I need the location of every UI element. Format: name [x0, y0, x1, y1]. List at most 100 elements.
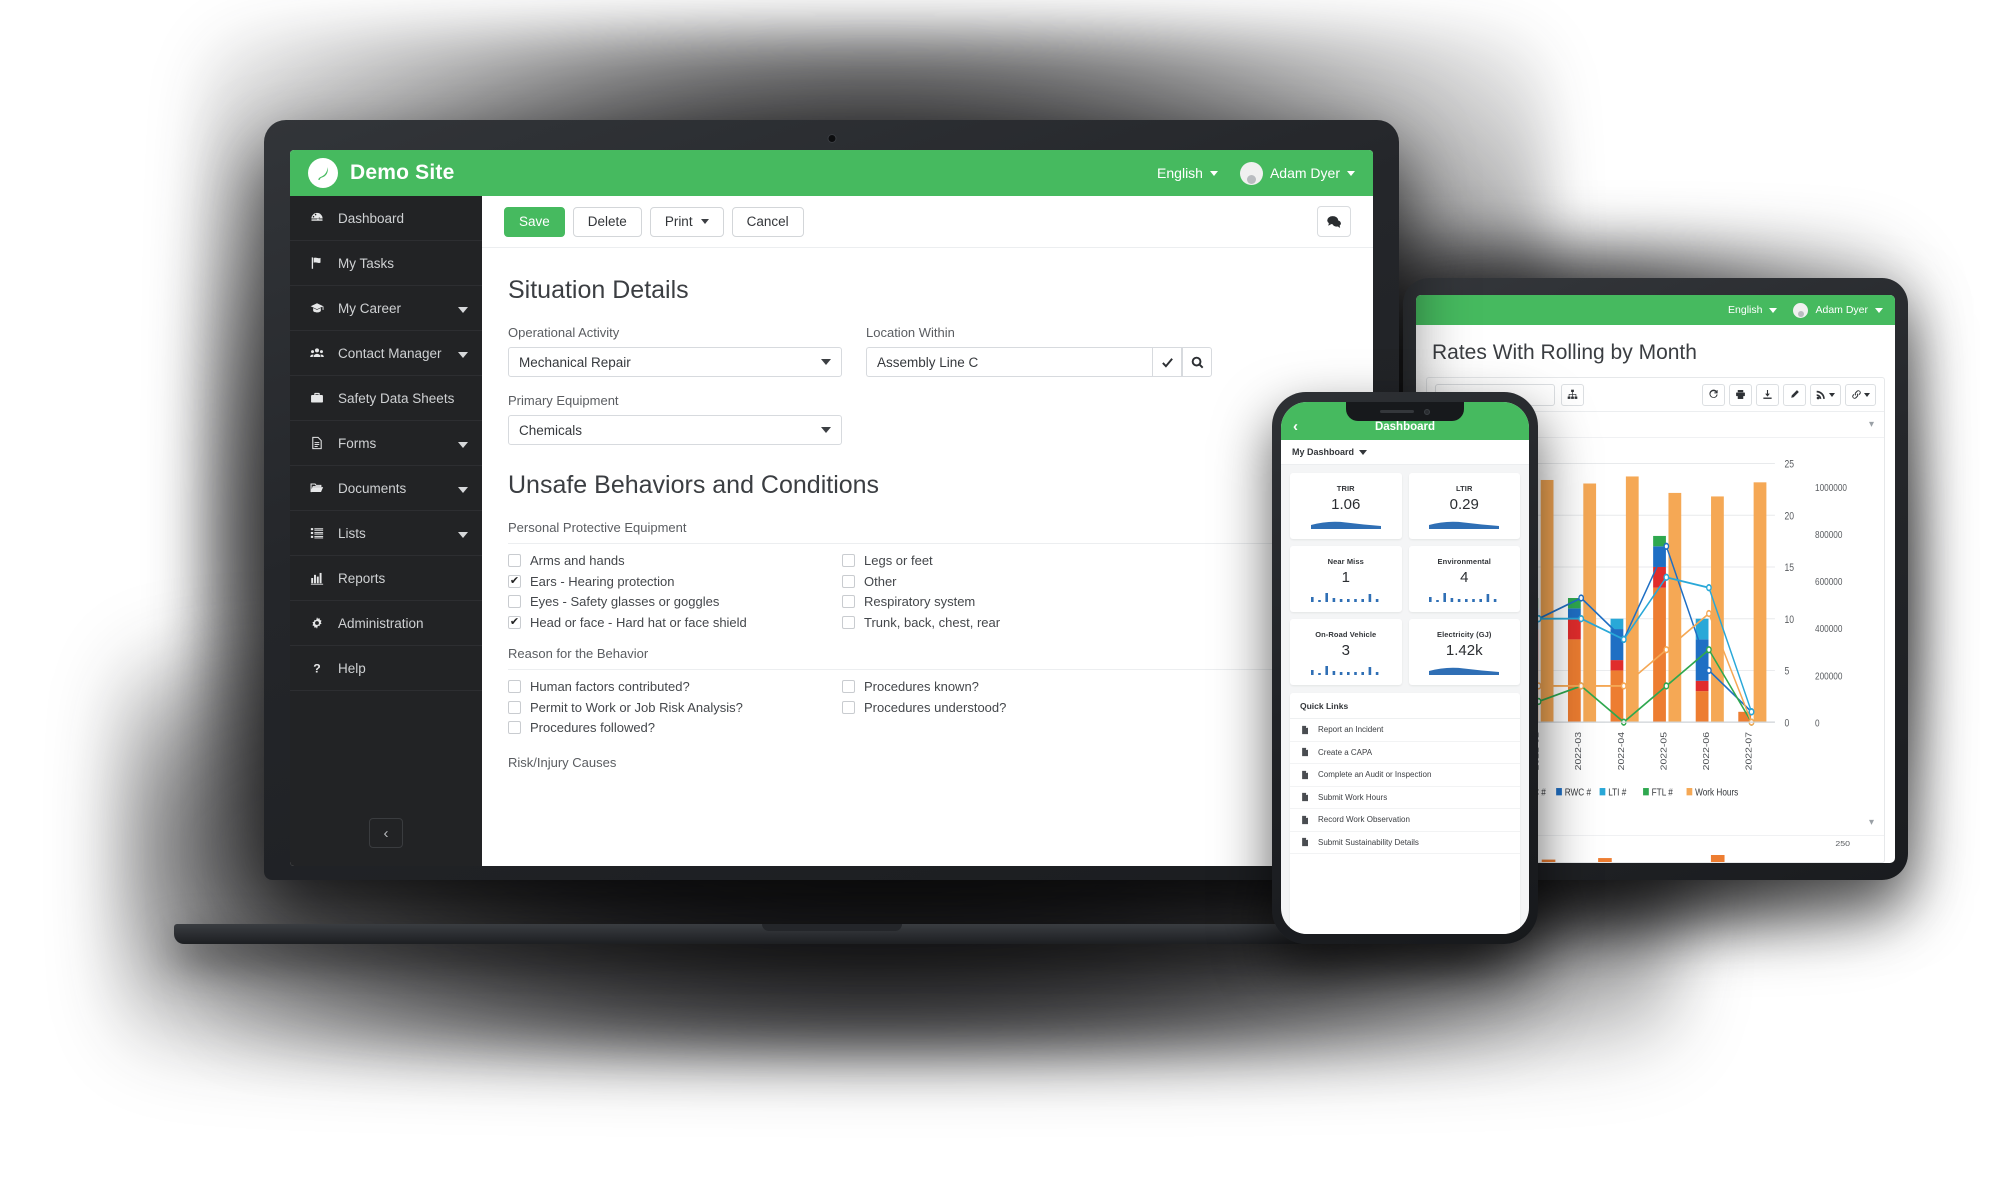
phone-dashboard-selector[interactable]: My Dashboard [1281, 440, 1529, 465]
checkbox-row[interactable]: Ears - Hearing protection [508, 572, 842, 592]
quick-link-label: Record Work Observation [1318, 815, 1410, 825]
checkbox-icon[interactable] [842, 574, 855, 588]
quick-link-item[interactable]: Record Work Observation [1290, 809, 1520, 832]
comments-button[interactable] [1317, 206, 1351, 237]
checkbox-row[interactable]: Procedures followed? [508, 718, 842, 738]
sidebar-item-safety-data-sheets[interactable]: Safety Data Sheets [290, 376, 482, 421]
checkbox-row[interactable]: Arms and hands [508, 551, 842, 571]
phone-quick-links-panel: Quick Links Report an Incident Create a C… [1290, 693, 1520, 934]
kpi-card[interactable]: Near Miss 1 [1290, 546, 1402, 612]
sidebar-item-reports[interactable]: Reports [290, 556, 482, 601]
bar-chart-icon [307, 571, 327, 585]
kpi-card[interactable]: TRIR 1.06 [1290, 473, 1402, 539]
sidebar-item-documents[interactable]: Documents [290, 466, 482, 511]
laptop-device: Demo Site English Adam Dyer Dashboard My… [174, 120, 1489, 944]
sparkline-bars [1310, 592, 1379, 602]
checkbox-icon[interactable] [508, 595, 521, 609]
checkbox-row[interactable]: Legs or feet [842, 551, 1176, 571]
print-icon-button[interactable] [1729, 383, 1752, 406]
delete-button[interactable]: Delete [572, 206, 642, 237]
tablet-user-menu[interactable]: Adam Dyer [1793, 302, 1883, 318]
sidebar-item-contact-manager[interactable]: Contact Manager [290, 331, 482, 376]
chevron-down-icon [458, 526, 468, 541]
checkbox-row[interactable]: Human factors contributed? [508, 677, 842, 697]
checkbox-row[interactable]: Procedures understood? [842, 698, 1176, 718]
cancel-button[interactable]: Cancel [731, 206, 804, 237]
kpi-title: Near Miss [1327, 556, 1364, 566]
quick-link-item[interactable]: Submit Work Hours [1290, 787, 1520, 809]
location-confirm-button[interactable] [1152, 347, 1182, 377]
checkbox-icon[interactable] [842, 615, 855, 629]
kpi-card[interactable]: On-Road Vehicle 3 [1290, 619, 1402, 685]
checkbox-icon[interactable] [842, 700, 855, 714]
checkbox-row[interactable]: Procedures known? [842, 677, 1176, 697]
graduation-cap-icon [307, 301, 327, 315]
document-icon [1302, 838, 1308, 847]
checkbox-row[interactable]: Eyes - Safety glasses or goggles [508, 592, 842, 612]
checkbox-label: Permit to Work or Job Risk Analysis? [530, 699, 743, 715]
location-within-group [866, 347, 1212, 377]
checkbox-icon[interactable] [508, 700, 521, 714]
checkbox-icon[interactable] [508, 721, 521, 735]
sidebar-item-dashboard[interactable]: Dashboard [290, 196, 482, 241]
form-toolbar: Save Delete Print Cancel [482, 196, 1373, 248]
checkbox-checked-icon[interactable] [508, 574, 521, 588]
print-button-label: Print [664, 214, 693, 229]
kpi-title: On-Road Vehicle [1315, 629, 1377, 639]
download-icon-button[interactable] [1756, 383, 1779, 406]
sidebar-item-my-career[interactable]: My Career [290, 286, 482, 331]
checkbox-icon[interactable] [842, 595, 855, 609]
file-icon [307, 436, 327, 450]
print-button[interactable]: Print [649, 206, 724, 237]
checkbox-icon[interactable] [842, 554, 855, 568]
location-search-button[interactable] [1182, 347, 1212, 377]
checkbox-label: Procedures followed? [530, 720, 656, 736]
app-header: Demo Site English Adam Dyer [290, 150, 1373, 196]
checkbox-row[interactable]: Permit to Work or Job Risk Analysis? [508, 698, 842, 718]
sidebar-item-forms[interactable]: Forms [290, 421, 482, 466]
sidebar-collapse-button[interactable]: ‹ [369, 818, 403, 848]
kpi-card[interactable]: Environmental 4 [1408, 546, 1520, 612]
back-button[interactable]: ‹ [1293, 418, 1298, 435]
chevron-down-icon [458, 481, 468, 496]
location-within-input[interactable] [866, 347, 1152, 377]
sidebar-item-lists[interactable]: Lists [290, 511, 482, 556]
kpi-card[interactable]: LTIR 0.29 [1408, 473, 1520, 539]
refresh-icon-button[interactable] [1702, 383, 1725, 406]
sidebar-item-administration[interactable]: Administration [290, 601, 482, 646]
checkbox-row[interactable]: Trunk, back, chest, rear [842, 613, 1176, 633]
svg-text:600000: 600000 [1815, 575, 1842, 587]
hierarchy-icon-button[interactable] [1561, 383, 1584, 406]
operational-activity-select[interactable]: Mechanical Repair [508, 347, 842, 377]
folder-open-icon [307, 481, 327, 495]
sidebar-item-label: Help [338, 660, 366, 676]
chevron-down-icon [1209, 170, 1218, 176]
print-icon [1736, 390, 1745, 399]
svg-text:5: 5 [1784, 666, 1789, 678]
sidebar-item-my-tasks[interactable]: My Tasks [290, 241, 482, 286]
edit-icon-button[interactable] [1783, 383, 1806, 406]
save-button[interactable]: Save [504, 206, 565, 237]
checkbox-row[interactable]: Other [842, 572, 1176, 592]
tablet-language-selector[interactable]: English [1728, 304, 1778, 316]
sidebar-item-help[interactable]: ? Help [290, 646, 482, 691]
kpi-card[interactable]: Electricity (GJ) 1.42k [1408, 619, 1520, 685]
checkbox-icon[interactable] [508, 554, 521, 568]
sidebar-item-label: Forms [338, 435, 377, 451]
svg-text:2022-05: 2022-05 [1658, 732, 1668, 770]
rss-icon-button[interactable] [1810, 383, 1841, 406]
user-menu[interactable]: Adam Dyer [1239, 161, 1355, 185]
checkbox-row[interactable]: Head or face - Hard hat or face shield [508, 613, 842, 633]
quick-link-item[interactable]: Report an Incident [1290, 719, 1520, 742]
link-icon-button[interactable] [1845, 383, 1876, 406]
quick-link-item[interactable]: Submit Sustainability Details [1290, 832, 1520, 854]
checkbox-row[interactable]: Respiratory system [842, 592, 1176, 612]
quick-link-item[interactable]: Create a CAPA [1290, 742, 1520, 764]
checkbox-icon[interactable] [508, 680, 521, 694]
language-selector[interactable]: English [1157, 165, 1218, 181]
primary-equipment-select[interactable]: Chemicals [508, 415, 842, 445]
tablet-appbar: English Adam Dyer [1416, 295, 1895, 325]
quick-link-item[interactable]: Complete an Audit or Inspection [1290, 764, 1520, 787]
checkbox-icon[interactable] [842, 680, 855, 694]
checkbox-checked-icon[interactable] [508, 615, 521, 629]
